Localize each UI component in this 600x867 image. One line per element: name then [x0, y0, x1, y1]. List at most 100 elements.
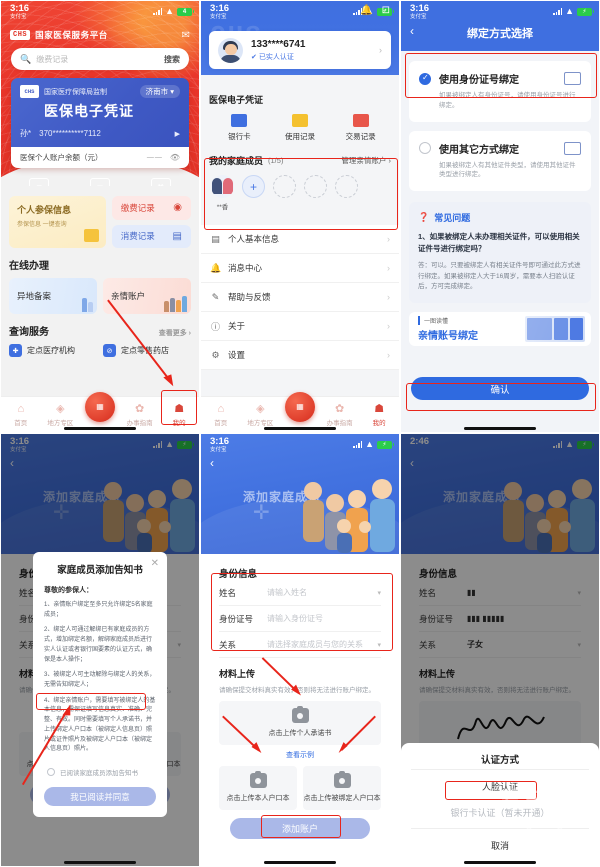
- form-row-id[interactable]: 身份证号 请输入身份证号: [219, 606, 381, 632]
- list-item-settings[interactable]: ⚙ 设置 ›: [201, 341, 399, 370]
- service-family-account[interactable]: 亲情账户: [103, 278, 191, 314]
- nav-item-mine[interactable]: ☗ 我的: [159, 402, 199, 427]
- id-input[interactable]: 请输入身份证号: [267, 613, 381, 624]
- family-slot-empty: [335, 175, 358, 198]
- cert-label: 交易记录: [345, 132, 376, 141]
- user-card[interactable]: 133****6741 ✔ 已实人认证 ›: [209, 31, 391, 69]
- quick-action-elder[interactable]: 关 大字版: [130, 178, 191, 186]
- query-more-link[interactable]: 查看更多 ›: [159, 328, 191, 338]
- form-row-name[interactable]: 姓名 请输入姓名 ▾: [219, 580, 381, 606]
- nav-item-home[interactable]: ⌂ 首页: [1, 403, 41, 427]
- tile-label: 缴费记录: [120, 202, 155, 213]
- nav-item-guide[interactable]: ✿ 办事指南: [120, 402, 160, 427]
- tile-personal-info[interactable]: 个人参保信息 参保信息 一键查询: [9, 196, 106, 248]
- tile-payment-records[interactable]: 缴费记录 ◉: [111, 196, 191, 220]
- guide-banner[interactable]: 一图读懂 亲情账号绑定: [409, 312, 591, 347]
- search-bar[interactable]: 🔍 缴费记录 搜索: [11, 48, 189, 70]
- list-item-messages[interactable]: 🔔 消息中心 ›: [201, 254, 399, 283]
- qrcode-center-icon[interactable]: ▦: [284, 391, 315, 422]
- city-selector[interactable]: 济南市 ▾: [139, 85, 180, 98]
- quick-action-qrcode[interactable]: ▦ 医保码: [70, 178, 131, 186]
- family-slot-empty: [304, 175, 327, 198]
- app-brand: CHS 国家医保服务平台 ✉: [1, 27, 199, 41]
- list-item-personal-info[interactable]: ▤ 个人基本信息 ›: [201, 225, 399, 254]
- qrcode-center-icon[interactable]: ▦: [84, 391, 115, 422]
- elder-icon: 关: [150, 178, 171, 186]
- family-members: **香 +: [209, 175, 391, 211]
- list-item-about[interactable]: ⓘ 关于 ›: [201, 312, 399, 341]
- service-remote-filing[interactable]: 异地备案: [9, 278, 97, 314]
- nav-item-guide[interactable]: ✿ 办事指南: [320, 402, 360, 427]
- option-id-card[interactable]: 使用身份证号绑定 如果被绑定人有身份证号，请使用身份证号进行绑定。: [409, 61, 591, 122]
- search-input[interactable]: 缴费记录: [36, 54, 164, 65]
- radio-selected-icon[interactable]: [419, 72, 431, 85]
- auth-option-face[interactable]: 人脸认证: [401, 773, 599, 799]
- family-member[interactable]: **香: [211, 175, 234, 211]
- query-item-hospital[interactable]: ✚ 定点医疗机构: [9, 344, 97, 357]
- name-input[interactable]: 请输入姓名: [267, 587, 367, 598]
- radio-unselected-icon[interactable]: [419, 142, 431, 154]
- upload-bound-household[interactable]: 点击上传被绑定人户口本: [303, 766, 381, 810]
- modal-item: 4、绑定亲情账户，需要填写被绑定人的基本信息，需保证填写信息真实、准确、完整、有…: [44, 697, 156, 753]
- add-account-button[interactable]: 添加账户: [230, 818, 370, 839]
- close-icon[interactable]: ✕: [151, 558, 159, 569]
- nav-item-center[interactable]: ▦: [280, 391, 320, 422]
- auth-cancel-button[interactable]: 取消: [401, 832, 599, 858]
- option-title: 使用其它方式绑定: [439, 144, 519, 156]
- cert-item-usage[interactable]: 使用记录: [270, 114, 331, 142]
- agree-button[interactable]: 我已阅读并同意: [44, 787, 156, 807]
- card-chs-logo: CHS: [20, 85, 39, 98]
- query-item-pharmacy[interactable]: ⊘ 定点零售药店: [103, 344, 191, 357]
- upload-self-household[interactable]: 点击上传本人户口本: [219, 766, 297, 810]
- upload-section-title: 材料上传: [219, 669, 256, 679]
- service-label: 亲情账户: [111, 291, 146, 301]
- back-button[interactable]: ‹: [210, 456, 214, 470]
- insurance-card[interactable]: CHS 国家医疗保障局监制 济南市 ▾ 医保电子凭证 孙* 370*******…: [11, 78, 189, 168]
- upload-caption: 点击上传个人承诺书: [268, 730, 332, 737]
- tile-sub: 参保信息 一键查询: [17, 222, 67, 228]
- tile-title: 个人参保信息: [17, 205, 72, 215]
- nav-item-center[interactable]: ▦: [80, 391, 120, 422]
- nav-item-local[interactable]: ◈ 地方专区: [241, 402, 281, 427]
- tile-label: 消费记录: [120, 231, 155, 242]
- scan-icon[interactable]: ⊡: [382, 5, 390, 16]
- quick-action-scan[interactable]: ⊡ 扫一扫: [9, 178, 70, 186]
- manage-family-link[interactable]: 管理亲情账户 ›: [341, 155, 391, 166]
- tile-consumption-records[interactable]: 消费记录 ▤: [111, 224, 191, 248]
- nav-item-mine[interactable]: ☗ 我的: [359, 402, 399, 427]
- banner-title: 亲情账号绑定: [418, 331, 478, 343]
- cert-item-bankcard[interactable]: 银行卡: [209, 114, 270, 142]
- form-row-relation[interactable]: 关系 请选择家庭成员与您的关系 ▾: [219, 632, 381, 658]
- option-other-method[interactable]: 使用其它方式绑定 如果被绑定人有其他证件类型，请使用其他证件类型进行绑定。: [409, 130, 591, 191]
- nav-item-local[interactable]: ◈ 地方专区: [41, 402, 81, 427]
- upload-commitment-letter[interactable]: 点击上传个人承诺书: [219, 701, 381, 745]
- qrcode-icon: ▦: [90, 178, 110, 186]
- nav-label: 首页: [214, 419, 228, 427]
- battery-icon: ⚡: [577, 7, 594, 16]
- modal-item: 1、亲情账户绑定至多只允许绑定5名家庭成员；: [44, 602, 153, 618]
- banner-thumbnail-icon: [525, 316, 585, 343]
- chevron-down-icon: ▾: [377, 641, 381, 649]
- bell-icon[interactable]: 🔔: [360, 5, 372, 16]
- cert-item-transaction[interactable]: 交易记录: [330, 114, 391, 142]
- checkbox-icon[interactable]: [47, 768, 55, 777]
- option-desc: 如果被绑定人有身份证号，请使用身份证号进行绑定。: [439, 92, 576, 109]
- chevron-right-icon: ›: [387, 234, 390, 244]
- nav-label: 首页: [14, 419, 28, 427]
- pencil-icon: ✎: [211, 291, 220, 302]
- banner-tag: 一图读懂: [418, 316, 478, 326]
- list-item-help[interactable]: ✎ 帮助与反馈 ›: [201, 283, 399, 312]
- relation-select[interactable]: 请选择家庭成员与您的关系: [267, 639, 367, 650]
- view-example-link[interactable]: 查看示例: [219, 750, 381, 760]
- confirm-button[interactable]: 确认: [411, 377, 589, 400]
- field-label: 关系: [219, 639, 237, 650]
- mail-icon[interactable]: ✉: [182, 30, 190, 41]
- search-button[interactable]: 搜索: [164, 54, 180, 65]
- add-family-member-button[interactable]: +: [242, 175, 265, 198]
- balance-row[interactable]: 医保个人账户余额（元） —— 👁: [11, 147, 189, 168]
- panel-profile: 3:16 支付宝 ▲ ⚡ CHS 🔔 ⊡ 133****6741: [200, 0, 400, 433]
- eye-icon[interactable]: 👁: [170, 153, 180, 162]
- status-time: 3:16: [210, 436, 230, 447]
- agree-checkbox-row[interactable]: 已阅读家庭成员添加告知书: [44, 764, 156, 780]
- nav-item-home[interactable]: ⌂ 首页: [201, 403, 241, 427]
